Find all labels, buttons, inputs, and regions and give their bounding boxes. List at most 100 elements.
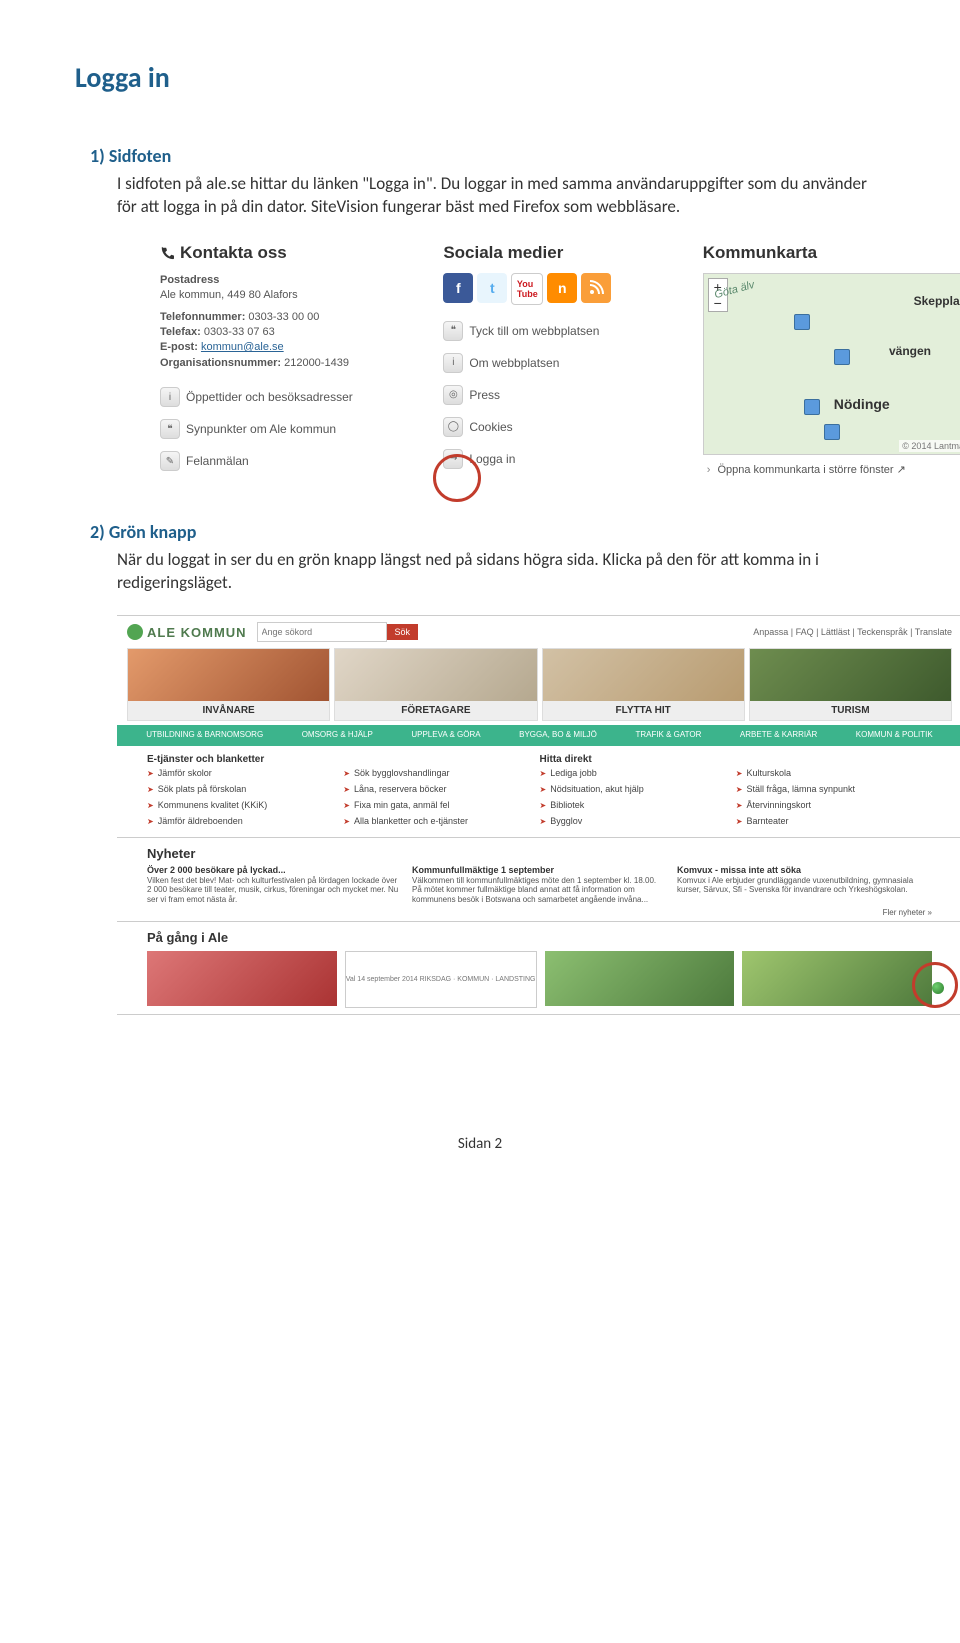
external-icon: ↗ bbox=[897, 464, 906, 476]
news-item[interactable]: Över 2 000 besökare på lyckad...Vilken f… bbox=[147, 865, 402, 905]
event-image[interactable] bbox=[545, 951, 735, 1006]
footer-link-press[interactable]: ◎Press bbox=[443, 379, 682, 411]
tab-invanare[interactable]: INVÅNARE bbox=[127, 648, 330, 721]
rss-icon[interactable] bbox=[581, 273, 611, 303]
footer-link-report[interactable]: ✎Felanmälan bbox=[160, 445, 423, 477]
map[interactable]: +− Göta älv Skepplanda vängen Sjö Nöding… bbox=[703, 273, 960, 455]
footer-link-aboutsite[interactable]: iOm webbplatsen bbox=[443, 347, 682, 379]
quicklinks-heading: E-tjänster och blanketter bbox=[147, 754, 540, 765]
events-section: På gång i Ale Val 14 september 2014 RIKS… bbox=[117, 921, 960, 1014]
news-section: Nyheter Över 2 000 besökare på lyckad...… bbox=[117, 837, 960, 922]
quicklink[interactable]: Jämför äldreboenden bbox=[147, 813, 343, 829]
top-utility-links[interactable]: Anpassa | FAQ | Lättläst | Teckenspråk |… bbox=[753, 627, 952, 637]
map-pin-icon bbox=[834, 349, 850, 365]
camera-icon: ◎ bbox=[443, 385, 463, 405]
screenshot-homepage: ALE KOMMUN Sök Anpassa | FAQ | Lättläst … bbox=[117, 615, 960, 1015]
social-icons: f t YouTube n bbox=[443, 273, 682, 305]
social-column: Sociala medier f t YouTube n ❝Tyck till … bbox=[433, 239, 692, 481]
quicklink[interactable]: Jämför skolor bbox=[147, 765, 343, 781]
quicklink[interactable]: Barnteater bbox=[736, 813, 932, 829]
town-label: Nödinge bbox=[834, 396, 890, 412]
quicklink[interactable]: Bibliotek bbox=[540, 797, 736, 813]
annotation-circle bbox=[433, 454, 481, 502]
tab-image bbox=[750, 649, 951, 701]
chevron-right-icon: › bbox=[707, 464, 711, 476]
footer-link-cookies[interactable]: ◯Cookies bbox=[443, 411, 682, 443]
info-icon: i bbox=[443, 353, 463, 373]
page-title: Logga in bbox=[75, 60, 885, 95]
open-map-link[interactable]: › Öppna kommunkarta i större fönster ↗ bbox=[703, 455, 960, 476]
site-logo[interactable]: ALE KOMMUN bbox=[127, 624, 247, 640]
category-link[interactable]: UPPLEVA & GÖRA bbox=[411, 731, 480, 740]
map-heading: Kommunkarta bbox=[703, 243, 960, 263]
event-image[interactable]: Val 14 september 2014 RIKSDAG · KOMMUN ·… bbox=[345, 951, 537, 1008]
map-pin-icon bbox=[804, 399, 820, 415]
quicklink[interactable]: Återvinningskort bbox=[736, 797, 932, 813]
event-image[interactable] bbox=[147, 951, 337, 1006]
town-label: vängen bbox=[889, 344, 931, 358]
news-item[interactable]: Kommunfullmäktige 1 septemberVälkommen t… bbox=[412, 865, 667, 905]
quicklink[interactable]: Alla blanketter och e-tjänster bbox=[343, 813, 539, 829]
cookie-icon: ◯ bbox=[443, 417, 463, 437]
twitter-icon[interactable]: t bbox=[477, 273, 507, 303]
category-link[interactable]: OMSORG & HJÄLP bbox=[302, 731, 373, 740]
footer-link-feedback[interactable]: ❝Tyck till om webbplatsen bbox=[443, 315, 682, 347]
category-bar: UTBILDNING & BARNOMSORG OMSORG & HJÄLP U… bbox=[117, 725, 960, 746]
contact-column: Kontakta oss Postadress Ale kommun, 449 … bbox=[150, 239, 433, 481]
quicklink[interactable]: Kulturskola bbox=[736, 765, 932, 781]
youtube-icon[interactable]: YouTube bbox=[511, 273, 543, 305]
event-image[interactable] bbox=[742, 951, 932, 1006]
news-heading: Nyheter bbox=[147, 846, 932, 861]
quicklink[interactable]: Fixa min gata, anmäl fel bbox=[343, 797, 539, 813]
speech-icon: ❝ bbox=[160, 419, 180, 439]
quicklink[interactable]: Nödsituation, akut hjälp bbox=[540, 781, 736, 797]
social-heading: Sociala medier bbox=[443, 243, 682, 263]
speech-icon: ❝ bbox=[443, 321, 463, 341]
section-name: Sidfoten bbox=[109, 145, 171, 167]
logo-seal-icon bbox=[127, 624, 143, 640]
category-link[interactable]: ARBETE & KARRIÄR bbox=[740, 731, 817, 740]
section-1-heading: 1) Sidfoten bbox=[75, 145, 885, 167]
quicklink[interactable]: Sök plats på förskolan bbox=[147, 781, 343, 797]
quicklink[interactable]: Lediga jobb bbox=[540, 765, 736, 781]
search-input[interactable] bbox=[257, 622, 387, 642]
email-link[interactable]: kommun@ale.se bbox=[201, 341, 284, 353]
facebook-icon[interactable]: f bbox=[443, 273, 473, 303]
map-copyright: © 2014 Lantmäteriet bbox=[899, 440, 960, 452]
more-news-link[interactable]: Fler nyheter » bbox=[147, 908, 932, 917]
tab-turism[interactable]: TURISM bbox=[749, 648, 952, 721]
page-footer: Sidan 2 bbox=[75, 1135, 885, 1153]
category-link[interactable]: BYGGA, BO & MILJÖ bbox=[519, 731, 597, 740]
screenshot-footer: Kontakta oss Postadress Ale kommun, 449 … bbox=[150, 239, 960, 481]
info-icon: i bbox=[160, 387, 180, 407]
news-icon[interactable]: n bbox=[547, 273, 577, 303]
site-header: ALE KOMMUN Sök Anpassa | FAQ | Lättläst … bbox=[117, 616, 960, 648]
search-form: Sök bbox=[257, 622, 419, 642]
category-link[interactable]: TRAFIK & GATOR bbox=[635, 731, 701, 740]
footer-link-hours[interactable]: iÖppettider och besöksadresser bbox=[160, 381, 423, 413]
section-number: 2) bbox=[90, 521, 105, 543]
map-pin-icon bbox=[824, 424, 840, 440]
search-button[interactable]: Sök bbox=[387, 624, 419, 640]
tab-foretagare[interactable]: FÖRETAGARE bbox=[334, 648, 537, 721]
quicklinks: E-tjänster och blanketter Hitta direkt J… bbox=[117, 746, 960, 837]
main-tabs: INVÅNARE FÖRETAGARE FLYTTA HIT TURISM bbox=[117, 648, 960, 721]
quicklink[interactable]: Ställ fråga, lämna synpunkt bbox=[736, 781, 932, 797]
events-heading: På gång i Ale bbox=[147, 930, 932, 945]
quicklink[interactable]: Sök bygglovshandlingar bbox=[343, 765, 539, 781]
tab-flytta[interactable]: FLYTTA HIT bbox=[542, 648, 745, 721]
section-name: Grön knapp bbox=[109, 521, 197, 543]
map-pin-icon bbox=[794, 314, 810, 330]
quicklink[interactable]: Bygglov bbox=[540, 813, 736, 829]
section-2-heading: 2) Grön knapp bbox=[75, 521, 885, 543]
contact-details: Telefonnummer: 0303-33 00 00 Telefax: 03… bbox=[160, 310, 423, 372]
quicklink[interactable]: Kommunens kvalitet (KKiK) bbox=[147, 797, 343, 813]
category-link[interactable]: UTBILDNING & BARNOMSORG bbox=[146, 731, 263, 740]
category-link[interactable]: KOMMUN & POLITIK bbox=[856, 731, 933, 740]
tab-image bbox=[335, 649, 536, 701]
footer-link-opinions[interactable]: ❝Synpunkter om Ale kommun bbox=[160, 413, 423, 445]
quicklink[interactable]: Låna, reservera böcker bbox=[343, 781, 539, 797]
section-1-body: I sidfoten på ale.se hittar du länken "L… bbox=[75, 173, 885, 219]
section-number: 1) bbox=[90, 145, 105, 167]
news-item[interactable]: Komvux - missa inte att sökaKomvux i Ale… bbox=[677, 865, 932, 905]
